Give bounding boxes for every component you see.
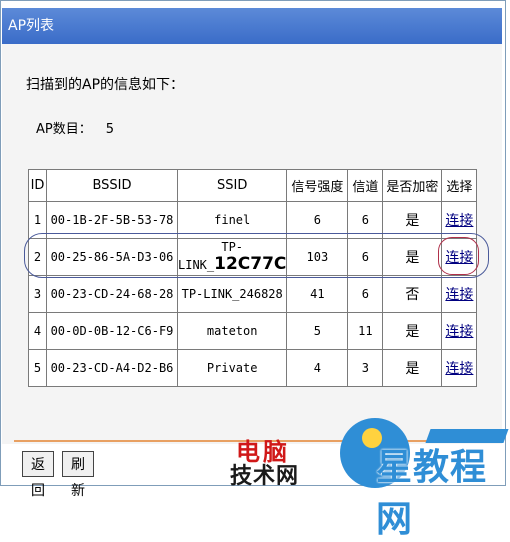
window-title: AP列表 [2, 8, 502, 44]
row-ssid-suffix: 12C77C [214, 254, 287, 274]
col-bssid: BSSID [46, 169, 178, 202]
row-encrypted: 是 [382, 349, 443, 387]
ap-count-label: AP数目： [36, 122, 92, 137]
row-encrypted: 是 [382, 201, 443, 239]
connect-link[interactable]: 连接 [445, 361, 473, 377]
col-select: 选择 [441, 169, 478, 202]
row-id: 4 [28, 312, 47, 350]
row-ssid: mateton [176, 312, 288, 350]
row-channel: 11 [347, 312, 384, 350]
row-signal: 103 [286, 238, 349, 276]
row-channel: 3 [347, 349, 384, 387]
col-signal: 信号强度 [286, 169, 349, 202]
row-select-cell: 连接 [441, 275, 478, 313]
col-ssid: SSID [176, 169, 288, 202]
row-ssid: TP-LINK_246828 [176, 275, 288, 313]
ap-count: AP数目： 5 [36, 118, 114, 137]
row-select-cell: 连接 [441, 312, 478, 350]
col-encrypted: 是否加密 [382, 169, 443, 202]
table-row: 3 00-23-CD-24-68-28 TP-LINK_246828 41 6 … [28, 275, 478, 313]
row-signal: 5 [286, 312, 349, 350]
row-channel: 6 [347, 238, 384, 276]
row-encrypted: 是 [382, 238, 443, 276]
row-signal: 6 [286, 201, 349, 239]
row-ssid: TP-LINK_12C77C [176, 238, 288, 276]
ap-count-value: 5 [105, 122, 115, 137]
table-row: 5 00-23-CD-A4-D2-B6 Private 4 3 是 连接 [28, 349, 478, 387]
connect-link[interactable]: 连接 [445, 287, 473, 303]
row-bssid: 00-23-CD-A4-D2-B6 [46, 349, 178, 387]
row-channel: 6 [347, 201, 384, 239]
ap-table: ID BSSID SSID 信号强度 信道 是否加密 选择 1 00-1B-2F… [28, 169, 478, 387]
col-channel: 信道 [347, 169, 384, 202]
row-select-cell: 连接 [441, 201, 478, 239]
col-id: ID [28, 169, 47, 202]
watermark-brand: 星教程网 [376, 447, 488, 540]
row-bssid: 00-0D-0B-12-C6-F9 [46, 312, 178, 350]
connect-link[interactable]: 连接 [445, 250, 473, 266]
row-signal: 4 [286, 349, 349, 387]
row-bssid: 00-1B-2F-5B-53-78 [46, 201, 178, 239]
watermark-line2: 技术网 [230, 464, 300, 489]
connect-link[interactable]: 连接 [445, 324, 473, 340]
table-header-row: ID BSSID SSID 信号强度 信道 是否加密 选择 [28, 169, 478, 202]
row-select-cell: 连接 [441, 349, 478, 387]
refresh-button[interactable]: 刷新 [62, 451, 94, 499]
back-button[interactable]: 返回 [22, 451, 54, 499]
row-encrypted: 否 [382, 275, 443, 313]
row-channel: 6 [347, 275, 384, 313]
table-row: 4 00-0D-0B-12-C6-F9 mateton 5 11 是 连接 [28, 312, 478, 350]
row-id: 1 [28, 201, 47, 239]
row-bssid: 00-25-86-5A-D3-06 [46, 238, 178, 276]
row-id: 3 [28, 275, 47, 313]
connect-link[interactable]: 连接 [445, 213, 473, 229]
row-select-cell: 连接 [441, 238, 478, 276]
row-id: 2 [28, 238, 47, 276]
scan-results-heading: 扫描到的AP的信息如下： [26, 77, 185, 93]
table-row: 2 00-25-86-5A-D3-06 TP-LINK_12C77C 103 6… [28, 238, 478, 276]
table-row: 1 00-1B-2F-5B-53-78 finel 6 6 是 连接 [28, 201, 478, 239]
row-encrypted: 是 [382, 312, 443, 350]
row-bssid: 00-23-CD-24-68-28 [46, 275, 178, 313]
row-signal: 41 [286, 275, 349, 313]
row-ssid: finel [176, 201, 288, 239]
row-ssid: Private [176, 349, 288, 387]
row-id: 5 [28, 349, 47, 387]
